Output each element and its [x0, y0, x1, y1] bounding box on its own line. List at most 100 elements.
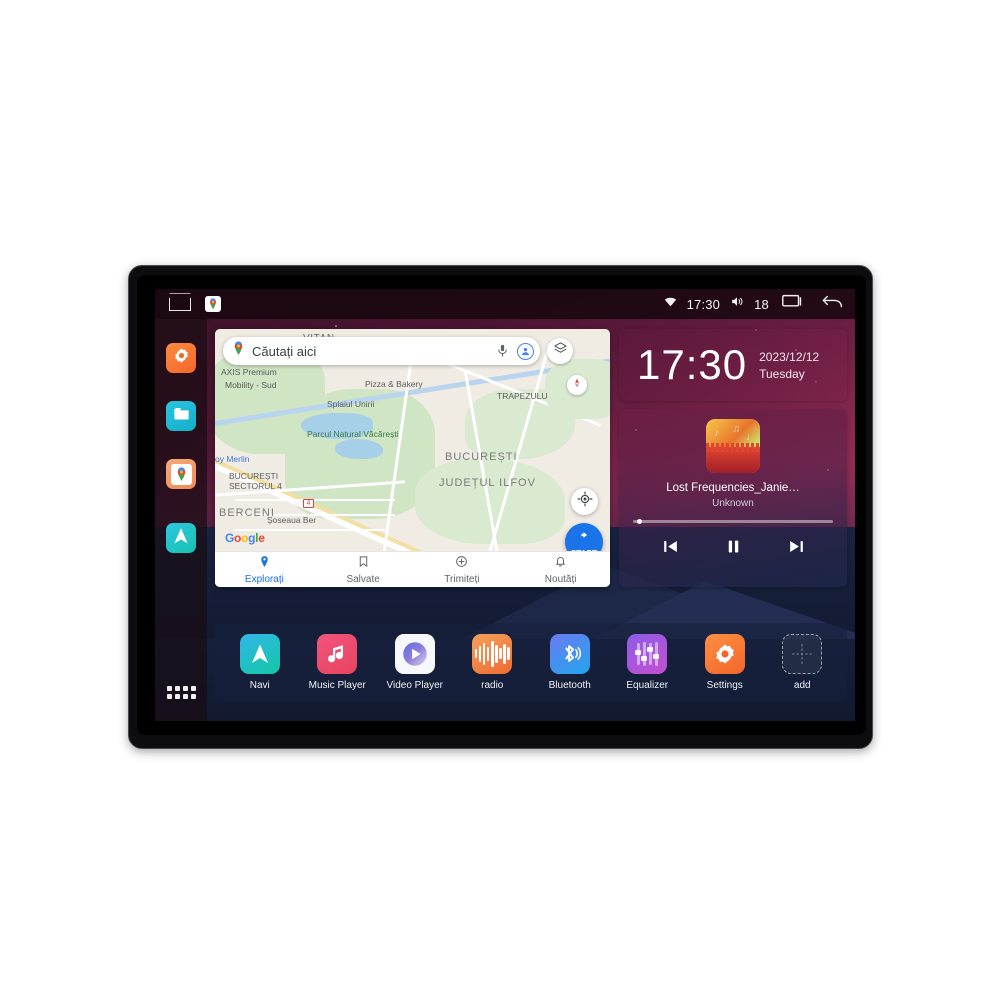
maps-nav-noutăți[interactable]: Noutăți: [511, 552, 610, 587]
waveform-icon: [472, 633, 513, 674]
gear-icon: [704, 633, 745, 674]
google-attribution: Google: [225, 531, 265, 545]
clock-date: 2023/12/12: [759, 349, 820, 364]
dock-item-music-player[interactable]: Music Player: [304, 633, 370, 691]
app-drawer-button[interactable]: [166, 686, 196, 699]
search-input[interactable]: Căutați aici: [252, 344, 495, 359]
map-label: Mobility - Sud: [225, 380, 277, 390]
my-location-icon: [577, 491, 593, 512]
dock-item-label: Equalizer: [626, 679, 669, 691]
maps-nav-trimiteți[interactable]: Trimiteți: [413, 552, 512, 587]
map-label: JUDEȚUL ILFOV: [439, 477, 536, 489]
dock-item-label: Bluetooth: [548, 679, 591, 691]
map-compass[interactable]: [567, 375, 587, 395]
plus-circle-icon: [455, 555, 468, 573]
layers-icon: [553, 341, 568, 361]
map-label: Pizza & Bakery: [365, 379, 423, 389]
dock-item-radio[interactable]: radio: [459, 633, 525, 691]
previous-track-button[interactable]: [660, 537, 681, 556]
maps-nav-label: Explorați: [244, 573, 284, 585]
volume-level: 18: [754, 296, 769, 312]
dock-item-label: add: [793, 679, 811, 691]
sidebar-item-settings[interactable]: [166, 343, 196, 373]
map-label: BUCUREȘTI: [229, 471, 279, 481]
sidebar-item-google-maps[interactable]: [166, 459, 196, 489]
map-label: oy Merlin: [215, 454, 250, 464]
left-sidebar: [155, 319, 207, 721]
maps-nav-explorați[interactable]: Explorați: [215, 552, 314, 587]
back-icon[interactable]: [821, 294, 843, 315]
bluetooth-icon: [549, 633, 590, 674]
dock-item-label: Settings: [706, 679, 743, 691]
album-art: ♪ ♫ ♩: [706, 419, 760, 473]
maps-nav-label: Noutăți: [544, 573, 577, 585]
dock-item-video-player[interactable]: Video Player: [382, 633, 448, 691]
google-maps-icon[interactable]: [205, 296, 221, 312]
map-layers-button[interactable]: [547, 338, 573, 364]
microphone-icon[interactable]: [495, 343, 511, 359]
map-label: BUCUREȘTI: [445, 451, 518, 463]
map-label: Parcul Natural Văcărești: [307, 429, 399, 439]
map-label: AXIS Premium: [221, 367, 277, 377]
next-track-button[interactable]: [786, 537, 807, 556]
equalizer-sliders-icon: [627, 633, 668, 674]
maps-nav-label: Trimiteți: [444, 573, 480, 585]
add-placeholder-icon: [782, 633, 823, 674]
my-location-button[interactable]: [571, 488, 598, 515]
music-controls: [660, 537, 807, 556]
map-label: Șoseaua Ber: [267, 515, 317, 525]
clock-widget[interactable]: 17:30 2023/12/12 Tuesday: [619, 329, 847, 401]
sidebar-item-navigation[interactable]: [166, 523, 196, 553]
navigation-arrow-icon: [239, 633, 280, 674]
status-time: 17:30: [686, 296, 721, 312]
google-maps-card[interactable]: 4 VITANAXIS PremiumMobility - SudPizza &…: [215, 329, 610, 587]
dock-item-settings[interactable]: Settings: [692, 633, 758, 691]
google-maps-pin-icon: [231, 341, 246, 361]
maps-bottom-nav: Explorați Salvate Trimiteți Noutăți: [215, 551, 610, 587]
clock-time: 17:30: [637, 341, 748, 388]
folder-icon: [172, 404, 191, 428]
maps-nav-label: Salvate: [346, 573, 380, 585]
screen: 17:30 18 4 AXIS Premium Mobility - Sud P…: [155, 289, 855, 721]
dock-item-label: radio: [481, 679, 504, 691]
clock-weekday: Tuesday: [759, 366, 805, 381]
bookmark-icon: [357, 555, 370, 573]
navigation-arrow-icon: [576, 527, 592, 548]
music-note-icon: [317, 633, 358, 674]
home-icon[interactable]: [165, 292, 195, 311]
device-bezel: 17:30 18 4 AXIS Premium Mobility - Sud P…: [137, 275, 866, 735]
play-pause-button[interactable]: [723, 537, 744, 556]
map-search-bar[interactable]: Căutați aici: [223, 337, 540, 365]
dock-item-equalizer[interactable]: Equalizer: [614, 633, 680, 691]
dock-item-add[interactable]: add: [769, 633, 835, 691]
grid-dots-icon: [166, 686, 172, 691]
track-title: Lost Frequencies_Janie…: [666, 482, 800, 494]
dock-item-label: Navi: [249, 679, 270, 691]
app-dock: Navi Music Player Video Player radio Bluetoo…: [215, 623, 847, 701]
map-label: Splaiul Unirii: [327, 399, 375, 409]
music-widget[interactable]: ♪ ♫ ♩ Lost Frequencies_Janie… Unknown: [619, 409, 847, 587]
account-avatar-icon[interactable]: [517, 342, 534, 360]
volume-icon[interactable]: [729, 295, 745, 313]
explore-pin-icon: [258, 555, 271, 573]
gear-icon: [172, 346, 191, 370]
playback-progress-bar[interactable]: [633, 519, 833, 524]
map-label: TRAPEZULU: [497, 391, 548, 401]
bell-icon: [554, 555, 567, 573]
route-shield: 4: [303, 499, 314, 508]
dock-item-label: Video Player: [386, 679, 444, 691]
navigation-arrow-icon: [171, 526, 191, 551]
dock-item-label: Music Player: [308, 679, 366, 691]
status-bar: 17:30 18: [155, 289, 855, 319]
dock-item-bluetooth[interactable]: Bluetooth: [537, 633, 603, 691]
play-circle-icon: [394, 633, 435, 674]
compass-icon: [571, 376, 583, 394]
track-artist: Unknown: [712, 498, 754, 509]
map-pin-icon: [170, 463, 192, 485]
dock-item-navi[interactable]: Navi: [227, 633, 293, 691]
maps-nav-salvate[interactable]: Salvate: [314, 552, 413, 587]
recents-icon[interactable]: [782, 294, 804, 314]
sidebar-item-file-manager[interactable]: [166, 401, 196, 431]
car-head-unit-device: 17:30 18 4 AXIS Premium Mobility - Sud P…: [128, 265, 873, 749]
map-label: SECTORUL 4: [229, 481, 282, 491]
